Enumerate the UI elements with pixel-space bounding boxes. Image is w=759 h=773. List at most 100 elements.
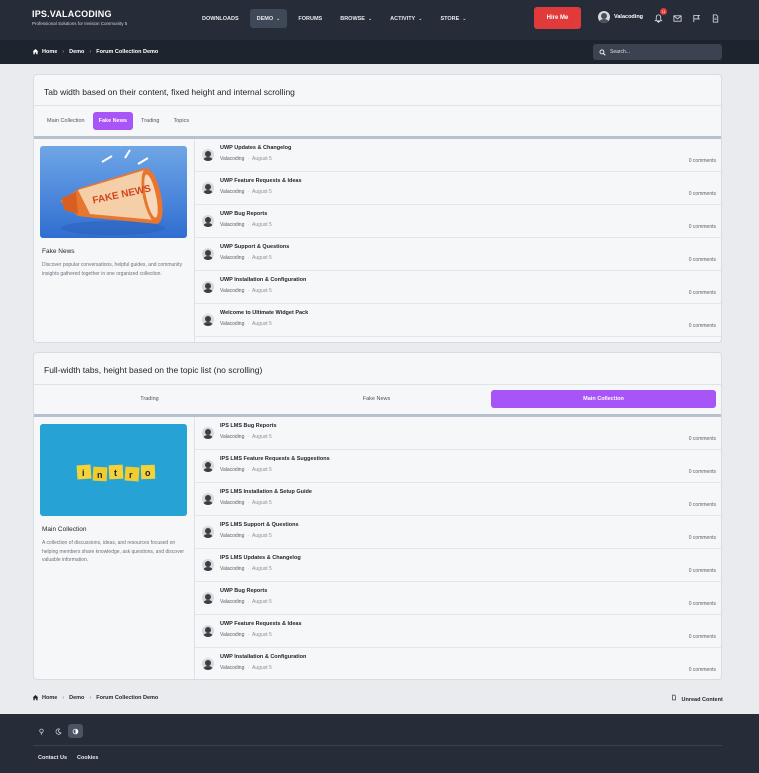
nav-downloads[interactable]: DOWNLOADS (195, 9, 246, 28)
topic-author[interactable]: Valacoding (220, 665, 244, 671)
nav-activity[interactable]: ACTIVITY ⌄ (383, 9, 429, 28)
topic-author[interactable]: Valacoding (220, 222, 244, 228)
topic-title[interactable]: UWP Updates & Changelog (220, 145, 291, 151)
flag-icon[interactable] (690, 12, 702, 24)
author-avatar[interactable] (202, 427, 214, 439)
comment-count: 0 comments (688, 601, 716, 607)
hire-me-button[interactable]: Hire Me (534, 7, 581, 29)
topic-author[interactable]: Valacoding (220, 566, 244, 572)
topic-title[interactable]: IPS LMS Installation & Setup Guide (220, 489, 312, 495)
topic-title[interactable]: IPS LMS Support & Questions (220, 522, 299, 528)
breadcrumb-home[interactable]: Home (42, 695, 57, 701)
topic-author[interactable]: Valacoding (220, 434, 244, 440)
author-avatar[interactable] (202, 314, 214, 326)
topic-title[interactable]: UWP Feature Requests & Ideas (220, 621, 302, 627)
topic-row[interactable]: IPS LMS Installation & Setup Guide Valaco… (195, 483, 721, 516)
topic-row[interactable]: IPS LMS Updates & Changelog Valacoding · Au… (195, 549, 721, 582)
breadcrumb-demo[interactable]: Demo (69, 49, 84, 55)
topic-author[interactable]: Valacoding (220, 533, 244, 539)
topic-row[interactable]: UWP Feature Requests & Ideas Valacoding · A… (195, 172, 721, 205)
topic-author[interactable]: Valacoding (220, 500, 244, 506)
author-avatar[interactable] (202, 460, 214, 472)
light-theme-icon[interactable] (34, 724, 49, 738)
author-avatar[interactable] (202, 592, 214, 604)
topic-meta: Valacoding · August 5 (220, 665, 272, 671)
topic-row[interactable]: UWP Feature Requests & Ideas Valacoding · A… (195, 615, 721, 648)
author-avatar[interactable] (202, 658, 214, 670)
author-avatar[interactable] (202, 493, 214, 505)
topic-title[interactable]: IPS LMS Bug Reports (220, 423, 277, 429)
topic-title[interactable]: IPS LMS Updates & Changelog (220, 555, 301, 561)
topic-row[interactable]: UWP Support & Questions Valacoding · August… (195, 238, 721, 271)
topic-author[interactable]: Valacoding (220, 467, 244, 473)
topic-title[interactable]: UWP Feature Requests & Ideas (220, 178, 302, 184)
tab-trading[interactable]: Trading (135, 112, 165, 130)
topic-author[interactable]: Valacoding (220, 321, 244, 327)
topic-row[interactable]: IPS LMS Bug Reports Valacoding · August 5 0 … (195, 417, 721, 450)
author-avatar[interactable] (202, 182, 214, 194)
topic-author[interactable]: Valacoding (220, 288, 244, 294)
topic-row[interactable]: UWP Bug Reports Valacoding · August 5 0 comm… (195, 205, 721, 238)
author-avatar[interactable] (202, 526, 214, 538)
author-avatar[interactable] (202, 149, 214, 161)
topic-author[interactable]: Valacoding (220, 255, 244, 261)
footer-links: Contact Us Cookies (38, 755, 108, 761)
author-avatar[interactable] (202, 559, 214, 571)
topic-title[interactable]: UWP Bug Reports (220, 588, 267, 594)
comment-count: 0 comments (688, 502, 716, 508)
nav-forums[interactable]: FORUMS (291, 9, 329, 28)
breadcrumb-current[interactable]: Forum Collection Demo (96, 49, 158, 55)
tab-main-collection[interactable]: Main Collection (41, 112, 91, 130)
topic-row[interactable]: UWP Installation & Configuration Valacodi… (195, 648, 721, 679)
nav-store[interactable]: STORE ⌄ (433, 9, 473, 28)
topic-author[interactable]: Valacoding (220, 632, 244, 638)
auto-theme-icon[interactable] (68, 724, 83, 738)
topic-title[interactable]: UWP Support & Questions (220, 244, 289, 250)
tab-fake-news[interactable]: Fake News (264, 390, 489, 408)
topic-title[interactable]: UWP Installation & Configuration (220, 654, 306, 660)
author-avatar[interactable] (202, 248, 214, 260)
bell-icon[interactable]: 11 (652, 8, 667, 24)
site-logo[interactable]: IPS.VALACODING Professional Solutions fo… (32, 9, 127, 26)
fake-news-image[interactable]: FAKE NEWS (40, 146, 187, 238)
breadcrumb-bar: Home › Demo › Forum Collection Demo Sear… (0, 40, 759, 64)
topic-row[interactable]: Welcome to Ultimate Widget Pack Valacodin… (195, 304, 721, 337)
topic-row[interactable]: UWP Bug Reports Valacoding · August 5 0 comm… (195, 582, 721, 615)
topic-row[interactable]: IPS LMS Support & Questions Valacoding · Au… (195, 516, 721, 549)
author-avatar[interactable] (202, 281, 214, 293)
topic-author[interactable]: Valacoding (220, 599, 244, 605)
tab-topics[interactable]: Topics (168, 112, 196, 130)
tab-fake-news[interactable]: Fake News (92, 112, 134, 130)
user-menu[interactable]: Valacoding (598, 11, 643, 23)
comment-count: 0 comments (688, 469, 716, 475)
topic-row[interactable]: UWP Updates & Changelog Valacoding · August… (195, 139, 721, 172)
dark-theme-icon[interactable] (51, 724, 66, 738)
author-avatar[interactable] (202, 625, 214, 637)
search-input[interactable]: Search... (593, 44, 722, 60)
nav-browse[interactable]: BROWSE ⌄ (333, 9, 379, 28)
breadcrumb-demo[interactable]: Demo (69, 695, 84, 701)
breadcrumb-home[interactable]: Home (42, 49, 57, 55)
topic-title[interactable]: UWP Bug Reports (220, 211, 267, 217)
document-icon[interactable] (709, 12, 721, 24)
tab-trading[interactable]: Trading (37, 390, 262, 408)
topic-row[interactable]: IPS LMS Feature Requests & Suggestions Va… (195, 450, 721, 483)
topic-title[interactable]: Welcome to Ultimate Widget Pack (220, 310, 308, 316)
cookies-link[interactable]: Cookies (77, 755, 98, 761)
topic-row[interactable]: UWP Installation & Configuration Valacodi… (195, 271, 721, 304)
topic-title[interactable]: IPS LMS Feature Requests & Suggestions (220, 456, 330, 462)
collection-description: A collection of discussions, ideas, and … (42, 540, 185, 563)
intro-image[interactable]: i n t r o (40, 424, 187, 516)
comment-count: 0 comments (688, 257, 716, 263)
author-avatar[interactable] (202, 215, 214, 227)
topic-author[interactable]: Valacoding (220, 156, 244, 162)
topic-author[interactable]: Valacoding (220, 189, 244, 195)
topic-title[interactable]: UWP Installation & Configuration (220, 277, 306, 283)
breadcrumb-current[interactable]: Forum Collection Demo (96, 695, 158, 701)
unread-content-link[interactable]: Unread Content (671, 694, 723, 703)
mail-icon[interactable] (671, 12, 683, 24)
tab-main-collection[interactable]: Main Collection (491, 390, 716, 408)
contact-us-link[interactable]: Contact Us (38, 755, 67, 761)
nav-demo[interactable]: DEMO ⌄ (249, 9, 288, 28)
comment-count: 0 comments (688, 191, 716, 197)
